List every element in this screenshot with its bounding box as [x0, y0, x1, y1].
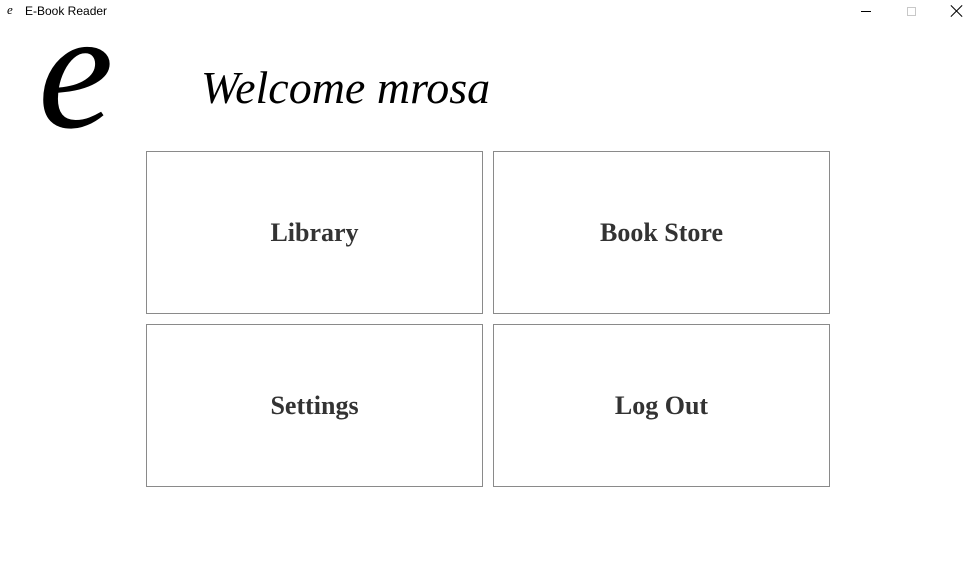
book-store-button[interactable]: Book Store — [493, 151, 830, 314]
maximize-button[interactable] — [888, 0, 934, 22]
minimize-button[interactable] — [843, 0, 889, 22]
library-label: Library — [270, 217, 359, 247]
ebook-logo: e — [38, 0, 114, 164]
title-bar: e E-Book Reader — [0, 0, 976, 22]
log-out-button[interactable]: Log Out — [493, 324, 830, 487]
book-store-label: Book Store — [599, 217, 724, 247]
settings-label: Settings — [270, 390, 359, 420]
close-icon — [951, 5, 963, 17]
maximize-icon — [906, 6, 916, 16]
library-button[interactable]: Library — [146, 151, 483, 314]
log-out-label: Log Out — [614, 390, 709, 420]
welcome-heading: Welcome mrosa — [201, 62, 491, 113]
close-button[interactable] — [934, 0, 976, 22]
minimize-icon — [861, 10, 871, 12]
app-icon: e — [7, 2, 13, 17]
settings-button[interactable]: Settings — [146, 324, 483, 487]
